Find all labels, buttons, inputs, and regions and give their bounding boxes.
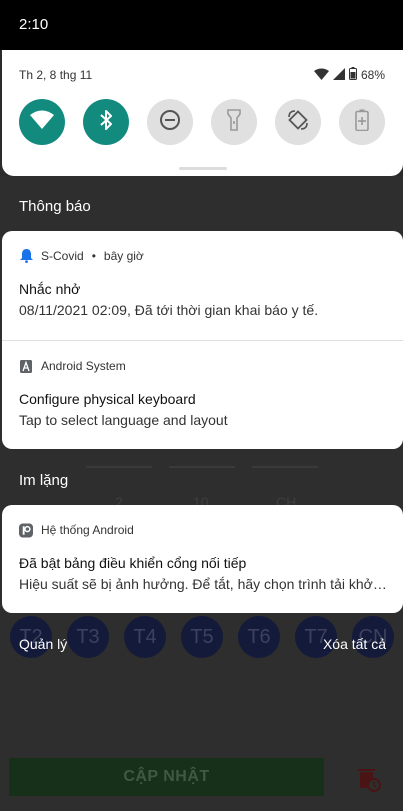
notification-android-system[interactable]: Android System Configure physical keyboa… [2,341,403,449]
flashlight-tile[interactable] [211,99,257,145]
notification-app-name: S-Covid [41,249,84,263]
notification-scovid[interactable]: S-Covid • bây giờ Nhắc nhở 08/11/2021 02… [2,231,403,340]
status-time: 2:10 [19,16,49,33]
bg-divider [169,466,235,468]
bg-divider [86,466,152,468]
battery-percent: 68% [360,68,385,82]
status-bar: 2:10 [0,0,403,50]
android-system-icon [19,523,33,537]
notification-serial-console[interactable]: Hệ thống Android Đã bật bảng điều khiển … [2,505,403,613]
bg-day: T4 [124,616,166,658]
quick-settings-panel[interactable]: Th 2, 8 thg 11 68% [2,50,403,176]
notification-app-name: Hệ thống Android [41,523,134,537]
section-title-silent: Im lặng [19,472,69,489]
notification-title: Configure physical keyboard [19,391,196,407]
battery-saver-icon [355,109,369,136]
bg-day: T3 [67,616,109,658]
bg-divider [252,466,318,468]
notification-text: Hiệu suất sẽ bị ảnh hưởng. Để tắt, hãy c… [19,576,387,592]
notification-app-name: Android System [41,359,126,373]
bluetooth-icon [99,109,113,136]
wifi-signal-icon [313,68,329,83]
battery-icon [348,67,357,83]
keyboard-a-icon [19,359,33,373]
bg-update-button: CẬP NHẬT [9,758,324,796]
do-not-disturb-icon [159,109,181,136]
bluetooth-tile[interactable] [83,99,129,145]
notification-time: bây giờ [103,249,144,263]
qs-date: Th 2, 8 thg 11 [19,68,93,82]
flashlight-icon [227,108,241,136]
notification-header: S-Covid • bây giờ [19,249,144,263]
dnd-tile[interactable] [147,99,193,145]
dot-separator: • [91,249,96,263]
trash-clock-icon [357,766,381,792]
notification-text: Tap to select language and layout [19,412,228,428]
cell-signal-icon [332,67,345,83]
manage-button[interactable]: Quản lý [19,636,67,652]
bg-day: T5 [181,616,223,658]
wifi-tile[interactable] [19,99,65,145]
clear-all-button[interactable]: Xóa tất cả [323,636,386,652]
qs-drag-handle[interactable] [179,167,227,170]
notification-title: Nhắc nhở [19,281,81,297]
auto-rotate-icon [287,109,309,136]
qs-status-icons: 68% [313,67,385,83]
auto-rotate-tile[interactable] [275,99,321,145]
notification-text: 08/11/2021 02:09, Đã tới thời gian khai … [19,302,319,318]
notification-title: Đã bật bảng điều khiển cổng nối tiếp [19,555,247,571]
bg-day: T6 [238,616,280,658]
notification-header: Hệ thống Android [19,523,134,537]
notification-header: Android System [19,359,126,373]
battery-saver-tile[interactable] [339,99,385,145]
wifi-icon [30,110,54,134]
section-title-notifications: Thông báo [19,198,91,215]
bell-icon [19,249,33,263]
